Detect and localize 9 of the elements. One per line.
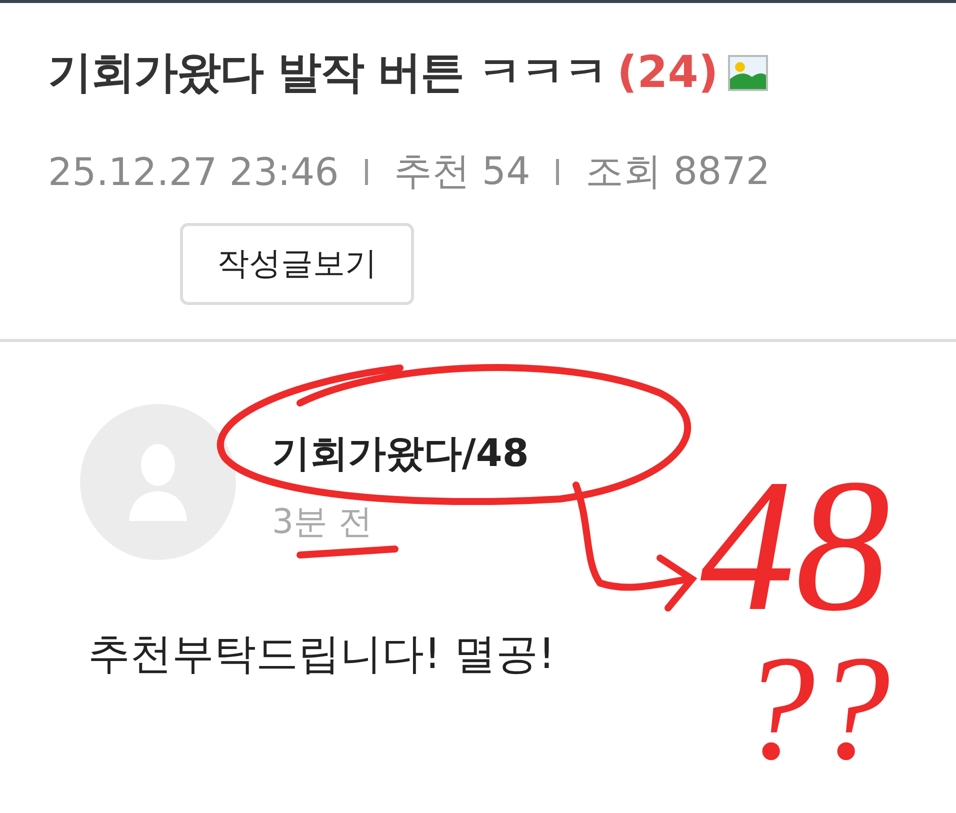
comment-author: 기회가왔다/48 bbox=[272, 430, 529, 477]
post-meta: 조회 8872 bbox=[585, 148, 770, 195]
post-title: 기회가왔다 발작 버튼 ㅋㅋㅋ bbox=[48, 46, 607, 100]
view-posts-button[interactable]: 작성글보기 bbox=[180, 223, 414, 305]
comment-time: 3분 전 bbox=[272, 501, 374, 544]
comment-body: 추천부탁드립니다! 멸공! bbox=[87, 628, 556, 680]
comment-count: (24) bbox=[616, 47, 718, 98]
post-meta: 추천 54 bbox=[394, 148, 530, 195]
post-meta: 25.12.27 23:46 bbox=[48, 150, 339, 194]
